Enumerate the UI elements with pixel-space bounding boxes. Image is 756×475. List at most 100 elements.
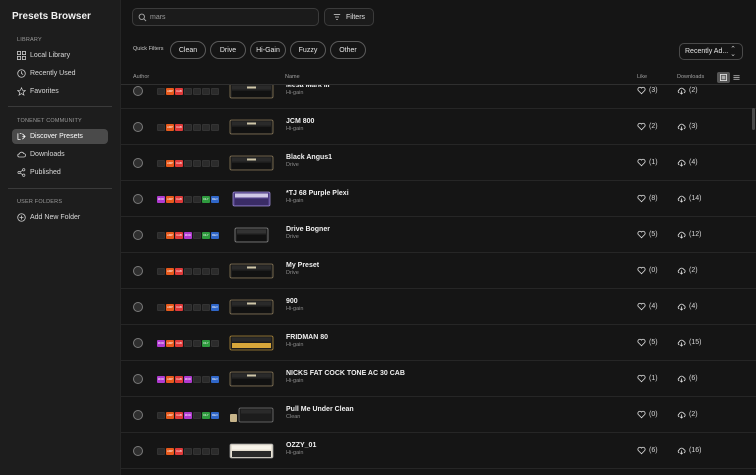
column-header-name[interactable]: Name — [285, 74, 300, 80]
chip-fuzzy[interactable]: Fuzzy — [290, 41, 326, 59]
chain-block: DLY — [202, 195, 210, 203]
download-count: (4) — [689, 303, 698, 310]
column-header-like[interactable]: Like — [637, 74, 647, 80]
chain-block: CAB — [175, 447, 183, 455]
like-button[interactable]: (5) — [637, 338, 658, 347]
chain-block — [157, 159, 165, 167]
chip-drive[interactable]: Drive — [210, 41, 246, 59]
preset-name[interactable]: 900 — [286, 298, 298, 305]
preset-name[interactable]: Mesa Mark III — [286, 85, 330, 89]
sidebar-item-local-library[interactable]: Local Library — [12, 48, 108, 63]
like-button[interactable]: (8) — [637, 194, 658, 203]
sidebar-item-discover-presets[interactable]: Discover Presets — [12, 129, 108, 144]
like-button[interactable]: (3) — [637, 86, 658, 95]
table-row[interactable]: AMP CAB My Preset Drive (0) (2) — [121, 253, 756, 289]
compact-view-button[interactable] — [730, 72, 743, 83]
chain-block: REV — [211, 231, 219, 239]
heart-icon — [637, 194, 646, 203]
column-header-downloads[interactable]: Downloads — [677, 74, 704, 80]
sidebar-item-add-new-folder[interactable]: Add New Folder — [12, 210, 108, 225]
like-button[interactable]: (2) — [637, 122, 658, 131]
chip-clean[interactable]: Clean — [170, 41, 206, 59]
filters-button[interactable]: Filters — [324, 8, 374, 26]
preset-genre: Drive — [286, 270, 299, 276]
avatar[interactable] — [133, 122, 143, 132]
download-button[interactable]: (16) — [677, 446, 701, 455]
preset-genre: Hi-gain — [286, 342, 304, 348]
table-row[interactable]: MOD AMP CAB DLY REV *TJ 68 Purple Plexi Hi-gai… — [121, 181, 756, 217]
table-row[interactable]: AMP CAB Black Angus1 Drive (1) (4) — [121, 145, 756, 181]
sort-label: Recently Ad... — [685, 48, 729, 55]
preset-genre: Hi-gain — [286, 126, 304, 132]
avatar[interactable] — [133, 194, 143, 204]
preset-name[interactable]: My Preset — [286, 262, 319, 269]
cloud-download-icon — [677, 339, 686, 347]
download-button[interactable]: (3) — [677, 122, 698, 131]
chain-block — [184, 123, 192, 131]
chain-block — [157, 447, 165, 455]
sidebar-item-recently-used[interactable]: Recently Used — [12, 66, 108, 81]
like-button[interactable]: (1) — [637, 374, 658, 383]
chip-other[interactable]: Other — [330, 41, 366, 59]
preset-name[interactable]: Black Angus1 — [286, 154, 332, 161]
signal-chain: AMP CAB REV — [157, 303, 219, 311]
list-view-button[interactable] — [717, 72, 730, 83]
sidebar-item-favorites[interactable]: Favorites — [12, 84, 108, 99]
chain-block — [193, 195, 201, 203]
like-button[interactable]: (5) — [637, 230, 658, 239]
like-button[interactable]: (4) — [637, 302, 658, 311]
avatar[interactable] — [133, 230, 143, 240]
avatar[interactable] — [133, 374, 143, 384]
table-row[interactable]: AMP CAB Mesa Mark III Hi-gain (3) (2) — [121, 85, 756, 109]
table-row[interactable]: MOD AMP CAB DLY FRIDMAN 80 Hi-gain (5) (15) — [121, 325, 756, 361]
avatar[interactable] — [133, 86, 143, 96]
download-button[interactable]: (12) — [677, 230, 701, 239]
chain-block: MOD — [157, 195, 165, 203]
heart-icon — [637, 86, 646, 95]
chip-hi-gain[interactable]: Hi-Gain — [250, 41, 286, 59]
avatar[interactable] — [133, 266, 143, 276]
download-button[interactable]: (14) — [677, 194, 701, 203]
preset-name[interactable]: NICKS FAT COCK TONE AC 30 CAB — [286, 370, 405, 377]
preset-name[interactable]: JCM 800 — [286, 118, 314, 125]
chain-block: AMP — [166, 87, 174, 95]
search-input[interactable] — [150, 13, 310, 21]
search-box[interactable] — [132, 8, 319, 26]
sidebar-item-published[interactable]: Published — [12, 165, 108, 180]
preset-name[interactable]: FRIDMAN 80 — [286, 334, 328, 341]
like-button[interactable]: (0) — [637, 266, 658, 275]
download-button[interactable]: (6) — [677, 374, 698, 383]
avatar[interactable] — [133, 446, 143, 456]
avatar[interactable] — [133, 158, 143, 168]
table-row[interactable]: AMP CAB MOD DLY REV Drive Bogner Drive (5) (12) — [121, 217, 756, 253]
download-button[interactable]: (15) — [677, 338, 701, 347]
avatar[interactable] — [133, 302, 143, 312]
preset-name[interactable]: OZZY_01 — [286, 442, 316, 449]
download-button[interactable]: (2) — [677, 410, 698, 419]
sidebar-item-downloads[interactable]: Downloads — [12, 147, 108, 162]
table-row[interactable]: AMP CAB JCM 800 Hi-gain (2) (3) — [121, 109, 756, 145]
download-button[interactable]: (2) — [677, 266, 698, 275]
preset-genre: Hi-gain — [286, 198, 304, 204]
table-row[interactable]: AMP CAB OZZY_01 Hi-gain (6) (16) — [121, 433, 756, 469]
download-button[interactable]: (4) — [677, 158, 698, 167]
column-header-author[interactable]: Author — [133, 74, 149, 80]
avatar[interactable] — [133, 410, 143, 420]
section-title-user-folders: USER FOLDERS — [17, 199, 63, 205]
table-row[interactable]: AMP CAB MOD DLY REV Pull Me Under Clean Clean (… — [121, 397, 756, 433]
preset-name[interactable]: *TJ 68 Purple Plexi — [286, 190, 349, 197]
table-row[interactable]: MOD AMP CAB MOD REV NICKS FAT COCK TONE AC 30… — [121, 361, 756, 397]
chain-block: CAB — [175, 267, 183, 275]
scrollbar[interactable] — [752, 108, 755, 130]
preset-name[interactable]: Drive Bogner — [286, 226, 330, 233]
download-button[interactable]: (2) — [677, 86, 698, 95]
download-button[interactable]: (4) — [677, 302, 698, 311]
chain-block — [193, 231, 201, 239]
avatar[interactable] — [133, 338, 143, 348]
like-button[interactable]: (0) — [637, 410, 658, 419]
like-button[interactable]: (1) — [637, 158, 658, 167]
table-row[interactable]: AMP CAB REV 900 Hi-gain (4) (4) — [121, 289, 756, 325]
preset-name[interactable]: Pull Me Under Clean — [286, 406, 354, 413]
like-button[interactable]: (6) — [637, 446, 658, 455]
sort-dropdown[interactable]: Recently Ad... ⌃ ⌄ — [679, 43, 743, 60]
